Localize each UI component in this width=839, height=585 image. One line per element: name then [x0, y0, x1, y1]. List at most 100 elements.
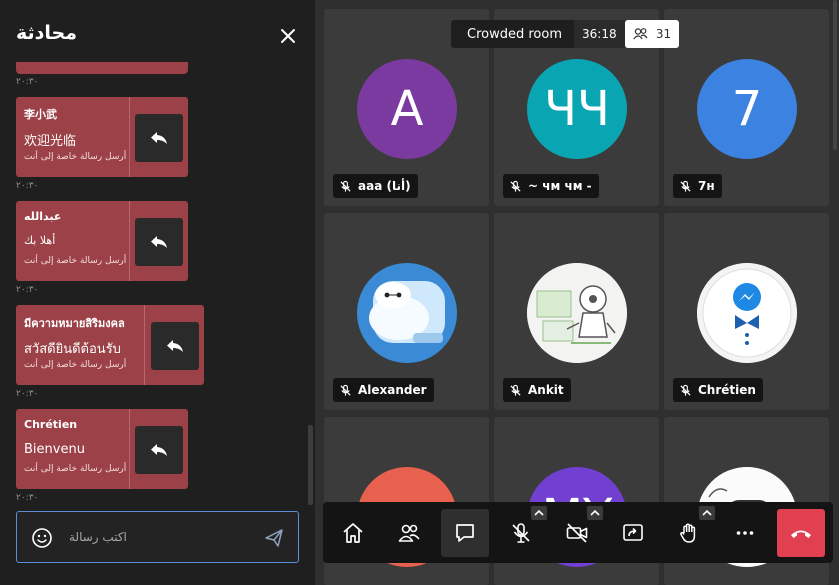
- hangup-button[interactable]: [777, 509, 825, 557]
- reply-icon: [167, 340, 183, 352]
- reply-icon: [151, 132, 167, 144]
- room-info-pill: Crowded room 36:18: [451, 20, 625, 48]
- microphone-options-button[interactable]: [531, 506, 547, 520]
- robot-character-avatar: [357, 263, 457, 363]
- message-sender: มีความหมายสิริมงคล: [24, 317, 125, 330]
- private-message-note: أرسل رسالة خاصة إلى أنت: [24, 464, 127, 474]
- reply-button[interactable]: [135, 426, 183, 474]
- private-message-note: أرسل رسالة خاصة إلى أنت: [24, 360, 127, 370]
- camera-off-icon: [566, 523, 588, 543]
- participant-name: Chrétien: [698, 383, 756, 397]
- message-sender: 李小武: [24, 108, 57, 121]
- message-bubble: Chrétien Bienvenu أرسل رسالة خاصة إلى أن…: [16, 409, 188, 489]
- message-bubble: عبدالله أهلا بك أرسل رسالة خاصة إلى أنت: [16, 201, 188, 281]
- microphone-muted-icon: [340, 384, 351, 396]
- participants-button[interactable]: [385, 509, 433, 557]
- participants-count-button[interactable]: 31: [625, 20, 679, 48]
- participant-avatar: A: [357, 59, 457, 159]
- participant-avatar: 7: [697, 59, 797, 159]
- message-sender: عبدالله: [24, 210, 62, 223]
- microphone-muted-icon: [340, 180, 351, 192]
- microphone-muted-icon: [512, 523, 530, 543]
- participant-name: Alexander: [358, 383, 427, 397]
- message-timestamp: ٢٠:٣٠: [16, 389, 39, 399]
- message-list[interactable]: ٢٠:٣٠ 李小武 欢迎光临 أرسل رسالة خاصة إلى أنت ٢…: [0, 62, 315, 506]
- home-button[interactable]: [329, 509, 377, 557]
- robot-sketch-avatar: [527, 263, 627, 363]
- microphone-muted-icon: [680, 384, 691, 396]
- video-scrollbar[interactable]: [833, 0, 837, 150]
- send-icon[interactable]: [263, 527, 285, 549]
- participant-nameplate: 7н: [673, 174, 722, 198]
- message-timestamp: ٢٠:٣٠: [16, 285, 39, 295]
- message-bubble: 李小武 欢迎光临 أرسل رسالة خاصة إلى أنت: [16, 97, 188, 177]
- emoji-icon[interactable]: [31, 527, 53, 549]
- messenger-butler-avatar: [697, 263, 797, 363]
- chevron-up-icon: [702, 509, 712, 516]
- more-options-button[interactable]: [721, 509, 769, 557]
- message-input[interactable]: [69, 526, 259, 548]
- reply-icon: [151, 236, 167, 248]
- message-text: أهلا بك: [24, 234, 56, 247]
- chevron-up-icon: [590, 509, 600, 516]
- message-timestamp: ٢٠:٣٠: [16, 181, 39, 191]
- message-text: สวัสดียินดีต้อนรับ: [24, 342, 121, 357]
- participant-name: aaa (أنا): [358, 179, 411, 193]
- camera-options-button[interactable]: [587, 506, 603, 520]
- participant-name: Ankit: [528, 383, 564, 397]
- participant-count: 31: [655, 27, 672, 41]
- bubble-divider: [129, 409, 130, 489]
- participant-tile[interactable]: Alexander: [324, 213, 489, 410]
- chat-input-box: [16, 511, 299, 563]
- home-icon: [343, 523, 363, 543]
- message-bubble: มีความหมายสิริมงคล สวัสดียินดีต้อนรับ أر…: [16, 305, 204, 385]
- private-message-note: أرسل رسالة خاصة إلى أنت: [24, 152, 127, 162]
- participant-tile[interactable]: Chrétien: [664, 213, 829, 410]
- share-screen-icon: [623, 524, 643, 541]
- participants-icon: [633, 28, 648, 40]
- call-toolbar: [323, 502, 833, 563]
- message-timestamp: ٢٠:٣٠: [16, 77, 39, 87]
- video-grid: A aaa (أنا) ЧЧ ~ чм чм - 7 7н Alexander …: [315, 0, 839, 585]
- participant-name: ~ чм чм -: [528, 179, 592, 193]
- hangup-icon: [791, 530, 811, 538]
- chat-title: محادثة: [16, 22, 77, 44]
- microphone-muted-icon: [510, 180, 521, 192]
- chevron-up-icon: [534, 509, 544, 516]
- chat-scrollbar[interactable]: [308, 425, 313, 505]
- message-sender: Chrétien: [24, 418, 78, 431]
- microphone-muted-icon: [510, 384, 521, 396]
- private-message-note: أرسل رسالة خاصة إلى أنت: [24, 256, 127, 266]
- chat-icon: [456, 524, 474, 542]
- bubble-divider: [129, 97, 130, 177]
- close-icon[interactable]: [276, 24, 300, 48]
- participant-nameplate: Alexander: [333, 378, 434, 402]
- chat-panel: محادثة ٢٠:٣٠ 李小武 欢迎光临 أرسل رسالة خاصة إل…: [0, 0, 315, 585]
- participant-tile[interactable]: 7 7н: [664, 9, 829, 206]
- share-screen-button[interactable]: [609, 509, 657, 557]
- reply-button[interactable]: [135, 114, 183, 162]
- participant-avatar: ЧЧ: [527, 59, 627, 159]
- raise-hand-icon: [680, 523, 696, 543]
- participant-name: 7н: [698, 179, 715, 193]
- room-name: Crowded room: [467, 26, 562, 42]
- participant-nameplate: ~ чм чм -: [503, 174, 599, 198]
- message-text: 欢迎光临: [24, 134, 77, 149]
- message-text: Bienvenu: [24, 442, 85, 457]
- participant-nameplate: Ankit: [503, 378, 571, 402]
- bubble-divider: [144, 305, 145, 385]
- room-timer: 36:18: [574, 20, 625, 48]
- more-icon: [736, 531, 754, 535]
- reply-button[interactable]: [151, 322, 199, 370]
- bubble-divider: [129, 201, 130, 281]
- chat-button[interactable]: [441, 509, 489, 557]
- participant-nameplate: aaa (أنا): [333, 174, 418, 198]
- message-timestamp: ٢٠:٣٠: [16, 493, 39, 503]
- participants-icon: [398, 524, 420, 542]
- reply-button[interactable]: [135, 218, 183, 266]
- participant-tile[interactable]: Ankit: [494, 213, 659, 410]
- message-bubble: [16, 62, 188, 74]
- participant-nameplate: Chrétien: [673, 378, 763, 402]
- reply-icon: [151, 444, 167, 456]
- reactions-options-button[interactable]: [699, 506, 715, 520]
